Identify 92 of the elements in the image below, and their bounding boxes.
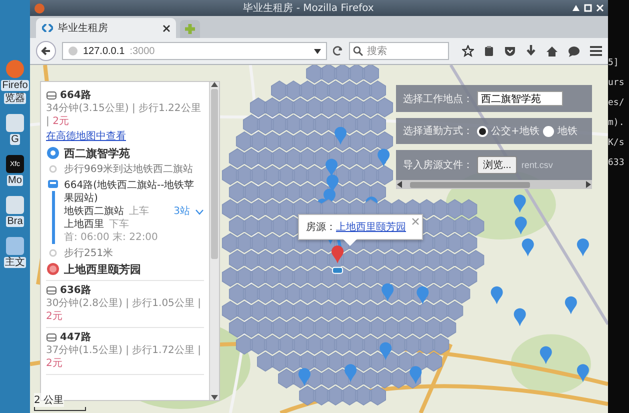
radio-button[interactable] (477, 126, 488, 136)
map-pin-icon[interactable] (576, 364, 589, 382)
scale-bar (34, 407, 86, 411)
clipboard-icon[interactable] (484, 45, 494, 57)
scrollbar-thumb[interactable] (410, 182, 530, 188)
maximize-icon[interactable] (584, 4, 592, 12)
route-name[interactable]: 447路 (60, 331, 91, 344)
radio-button[interactable] (543, 126, 554, 136)
route-summary: 37分钟(1.5公里) | 步行1.72公里 | 2元 (46, 344, 202, 370)
field-label: 选择工作地点： (403, 92, 473, 106)
app-icon[interactable] (6, 114, 24, 132)
map-pin-icon[interactable] (576, 238, 589, 256)
popup-label: 房源： (306, 220, 336, 234)
start-marker-icon (47, 147, 59, 159)
map-pin-icon[interactable] (540, 346, 552, 364)
back-arrow-icon[interactable] (41, 46, 51, 56)
dropdown-caret-icon[interactable] (314, 48, 321, 54)
app-icon[interactable] (6, 196, 24, 214)
map-pin-icon[interactable] (564, 296, 577, 314)
scrollbar-thumb[interactable] (211, 89, 218, 259)
route-summary: 34分钟(3.15公里) | 步行1.22公里 | 2元 (46, 102, 202, 128)
house-link[interactable]: 上地西里颐芳园 (336, 220, 406, 234)
terminal-text: 633 (608, 158, 626, 168)
map-pin-icon[interactable] (522, 238, 534, 256)
back-button[interactable] (36, 41, 56, 61)
bus-icon (46, 90, 57, 100)
vertical-scrollbar[interactable] (209, 82, 219, 400)
map-pin-icon[interactable] (514, 194, 526, 213)
window-title: 毕业生租房 - Mozilla Firefox (242, 2, 375, 15)
route-name[interactable]: 664路 (60, 89, 91, 102)
reload-icon[interactable] (333, 46, 343, 56)
terminal-text: K/s (608, 138, 626, 148)
walk-instruction: 步行251米 (64, 247, 114, 260)
desktop-icon-label[interactable]: Bra (6, 216, 24, 227)
map-pin-icon[interactable] (514, 216, 527, 235)
desktop-icon-label[interactable]: 主文 (4, 257, 26, 268)
bus-icon (46, 332, 57, 342)
walk-dot-icon (49, 165, 57, 173)
station-name: 地铁西二旗站 (64, 205, 124, 218)
end-marker-icon (47, 263, 59, 275)
chevron-icon[interactable] (195, 208, 204, 214)
terminal-text: 5] (608, 58, 620, 68)
scroll-right-icon[interactable] (586, 181, 591, 188)
search-icon (353, 46, 363, 56)
work-place-field[interactable]: 西二旗智学苑 (477, 91, 563, 106)
alight-action: 下车 (109, 218, 129, 231)
browser-tab[interactable]: 毕业生租房 (36, 18, 176, 38)
field-label: 导入房源文件： (403, 158, 473, 172)
map-pin-icon[interactable] (490, 286, 503, 304)
address-field[interactable]: 127.0.0.1 :3000 (62, 42, 327, 60)
map-link[interactable]: 在高德地图中查看 (46, 130, 126, 143)
desktop-icon-label[interactable]: 览器 (4, 93, 26, 104)
bus-icon (47, 179, 59, 190)
map-pin-icon[interactable] (514, 308, 526, 326)
horizontal-scrollbar[interactable] (396, 180, 592, 189)
bus-icon (46, 286, 57, 296)
download-icon[interactable] (526, 45, 536, 57)
keep-above-icon[interactable] (572, 4, 580, 12)
file-name: rent.csv (521, 160, 553, 170)
stop-name: 西二旗智学苑 (64, 147, 131, 160)
search-field[interactable]: 搜索 (349, 42, 449, 60)
scroll-up-icon[interactable] (211, 82, 218, 87)
scroll-down-icon[interactable] (211, 395, 218, 400)
browse-button[interactable]: 浏览... (477, 156, 518, 174)
scroll-left-icon[interactable] (397, 181, 402, 188)
home-icon[interactable] (546, 46, 558, 56)
chat-icon[interactable] (568, 46, 580, 56)
station-name: 上地西里 (64, 218, 104, 231)
terminal-text: m). (608, 118, 626, 128)
desktop-icon-label[interactable]: Mo (7, 175, 23, 186)
service-hours: 首: 06:00 末: 22:00 (64, 231, 159, 244)
field-label: 选择通勤方式： (403, 124, 473, 138)
menu-icon[interactable] (590, 46, 602, 56)
pouch-icon[interactable] (504, 46, 516, 56)
folder-icon[interactable] (6, 237, 24, 255)
bus-line: 664路(地铁西二旗站--地铁苹果园站) (64, 179, 196, 205)
walk-instruction: 步行969米到达地铁西二旗站 (64, 163, 194, 176)
terminal-text: es/ (608, 98, 626, 108)
route-summary: 30分钟(2.8公里) | 步行1.05公里 | 2元 (46, 297, 202, 323)
stop-name: 上地西里颐芳园 (64, 263, 142, 276)
chevron-pair-icon (42, 24, 53, 32)
route-line (52, 191, 54, 244)
walk-dot-icon (49, 249, 57, 257)
browser-logo-icon (34, 2, 45, 14)
desktop-icon-label[interactable]: Firefo (1, 80, 29, 91)
board-action: 上车 (129, 205, 149, 218)
scale-label: 2 公里 (34, 393, 64, 407)
terminal-text: urs (608, 78, 626, 88)
desktop-icon-label[interactable]: G (10, 134, 20, 145)
route-name[interactable]: 636路 (60, 284, 91, 297)
star-icon[interactable] (462, 45, 474, 57)
close-icon[interactable] (163, 24, 170, 32)
